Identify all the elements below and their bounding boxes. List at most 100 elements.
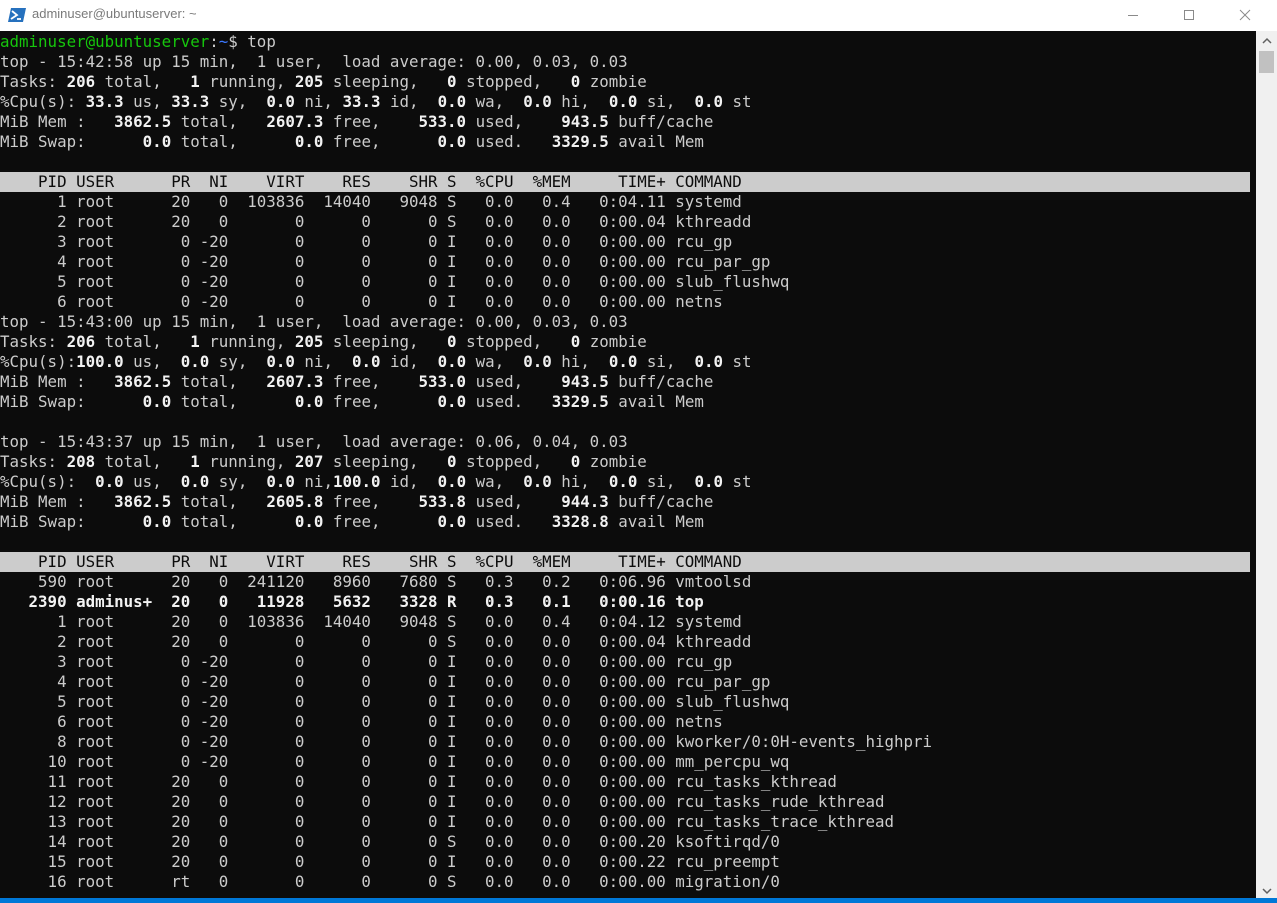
terminal-line: top - 15:42:58 up 15 min, 1 user, load a… [0,52,1250,72]
terminal-text-segment: 1 root 20 0 103836 14040 9048 S 0.0 0.4 … [0,612,742,631]
terminal-line: Tasks: 206 total, 1 running, 205 sleepin… [0,332,1250,352]
terminal-text-segment: 0.0 [266,92,295,111]
maximize-button[interactable] [1166,0,1212,31]
terminal-text-segment: ni, [294,352,352,371]
terminal-text-segment: %Cpu(s): [0,92,86,111]
terminal-text-segment: stopped, [456,452,571,471]
terminal-text-segment: buff/cache [608,372,714,391]
terminal-text-segment: 0.0 [180,352,210,371]
terminal-text-segment: 533.0 [418,372,467,391]
title-bar[interactable]: adminuser@ubuntuserver: ~ [0,0,1277,31]
terminal-line: Tasks: 206 total, 1 running, 205 sleepin… [0,72,1250,92]
terminal-text-segment: used, [466,372,562,391]
terminal-text-segment: 1 root 20 0 103836 14040 9048 S 0.0 0.4 … [0,192,742,211]
terminal-text-segment: running, [199,452,295,471]
terminal-text-segment: total, [171,512,295,531]
terminal-text-segment: 205 [294,72,324,91]
terminal-text-segment: 590 root 20 0 241120 8960 7680 S 0.3 0.2… [0,572,752,591]
terminal-line: 3 root 0 -20 0 0 0 I 0.0 0.0 0:00.00 rcu… [0,652,1250,672]
terminal-text-segment: id, [380,352,438,371]
terminal-text-segment: sleeping, [323,332,448,351]
terminal-text-segment: st [723,352,752,371]
terminal-text-segment: 0.0 [694,352,724,371]
terminal-line: 8 root 0 -20 0 0 0 I 0.0 0.0 0:00.00 kwo… [0,732,1250,752]
terminal-text-segment: 943.5 [561,112,609,131]
scroll-up-button[interactable] [1256,31,1277,48]
terminal-line: 6 root 0 -20 0 0 0 I 0.0 0.0 0:00.00 net… [0,292,1250,312]
window-title: adminuser@ubuntuserver: ~ [32,6,197,21]
terminal-text-segment: id, [380,472,438,491]
scroll-thumb[interactable] [1259,51,1274,73]
terminal-text-segment: 0.0 [437,92,467,111]
terminal-text-segment: 0.0 [294,512,324,531]
terminal-text-segment: MiB Swap: [0,512,143,531]
terminal-text-segment: total, [95,332,191,351]
vertical-scrollbar[interactable] [1256,31,1277,898]
process-table-header: PID USER PR NI VIRT RES SHR S %CPU %MEM … [0,172,1250,192]
terminal-line: 1 root 20 0 103836 14040 9048 S 0.0 0.4 … [0,612,1250,632]
terminal-text-segment: 3862.5 [114,112,172,131]
terminal-line: 14 root 20 0 0 0 0 S 0.0 0.0 0:00.20 kso… [0,832,1250,852]
terminal-text-segment: 205 [294,332,324,351]
terminal-output[interactable]: adminuser@ubuntuserver:~$ top top - 15:42… [0,31,1256,898]
terminal-text-segment: top - 15:43:37 up 15 min, 1 user, load a… [0,432,628,451]
terminal-text-segment: free, [323,132,438,151]
terminal-text-segment: 2 root 20 0 0 0 0 S 0.0 0.0 0:00.04 kthr… [0,212,752,231]
terminal-text-segment: 0 [447,452,457,471]
terminal-text-segment: sleeping, [323,452,448,471]
terminal-text-segment: us, [123,352,181,371]
terminal-line: %Cpu(s): 33.3 us, 33.3 sy, 0.0 ni, 33.3 … [0,92,1250,112]
terminal-text-segment: 2607.3 [266,372,324,391]
terminal-text-segment: total, [171,372,267,391]
minimize-button[interactable] [1110,0,1156,31]
terminal-text-segment: wa, [466,92,524,111]
terminal-text-segment: 6 root 0 -20 0 0 0 I 0.0 0.0 0:00.00 net… [0,292,723,311]
terminal-text-segment: total, [171,112,267,131]
terminal-text-segment: 3862.5 [114,372,172,391]
terminal-text-segment: wa, [466,472,524,491]
terminal-text-segment: hi, [551,472,609,491]
terminal-line: 1 root 20 0 103836 14040 9048 S 0.0 0.4 … [0,192,1250,212]
terminal-text-segment: 0 [447,72,457,91]
prompt-separator: : [209,32,219,51]
terminal-line: 10 root 0 -20 0 0 0 I 0.0 0.0 0:00.00 mm… [0,752,1250,772]
terminal-text-segment: 206 [66,72,96,91]
terminal-text-segment: 0 [570,72,581,91]
terminal-text-segment: 8 root 0 -20 0 0 0 I 0.0 0.0 0:00.00 kwo… [0,732,933,751]
terminal-text-segment: sy, [209,352,267,371]
terminal-text-segment: sy, [209,472,267,491]
terminal-line: 15 root 20 0 0 0 0 I 0.0 0.0 0:00.22 rcu… [0,852,1250,872]
terminal-text-segment: 0.0 [437,512,467,531]
minimize-icon [1127,6,1139,25]
scroll-down-button[interactable] [1256,881,1277,898]
terminal-text-segment: MiB Swap: [0,392,143,411]
terminal-line: 6 root 0 -20 0 0 0 I 0.0 0.0 0:00.00 net… [0,712,1250,732]
terminal-text-segment: us, [123,472,181,491]
terminal-line: 2 root 20 0 0 0 0 S 0.0 0.0 0:00.04 kthr… [0,212,1250,232]
terminal-text-segment: running, [199,72,295,91]
terminal-line: %Cpu(s):100.0 us, 0.0 sy, 0.0 ni, 0.0 id… [0,352,1250,372]
terminal-text-segment: total, [171,132,295,151]
terminal-line: 12 root 20 0 0 0 0 I 0.0 0.0 0:00.00 rcu… [0,792,1250,812]
terminal-line: MiB Mem : 3862.5 total, 2607.3 free, 533… [0,372,1250,392]
close-button[interactable] [1222,0,1268,31]
powershell-icon [8,7,26,23]
terminal-text-segment: 533.0 [418,112,467,131]
terminal-text-segment: Tasks: [0,72,67,91]
terminal-text-segment: 0.0 [608,92,638,111]
terminal-text-segment: 100.0 [332,472,381,491]
terminal-text-segment: sleeping, [323,72,448,91]
terminal-text-segment: top - 15:43:00 up 15 min, 1 user, load a… [0,312,628,331]
terminal-text-segment: 5 root 0 -20 0 0 0 I 0.0 0.0 0:00.00 slu… [0,692,790,711]
terminal-line: 590 root 20 0 241120 8960 7680 S 0.3 0.2… [0,572,1250,592]
terminal-text-segment: 0.0 [142,512,172,531]
terminal-text-segment: 14 root 20 0 0 0 0 S 0.0 0.0 0:00.20 kso… [0,832,780,851]
terminal-text-segment: 207 [294,452,324,471]
terminal-line: 3 root 0 -20 0 0 0 I 0.0 0.0 0:00.00 rcu… [0,232,1250,252]
terminal-text-segment: ni, [294,92,343,111]
terminal-line: 2 root 20 0 0 0 0 S 0.0 0.0 0:00.04 kthr… [0,632,1250,652]
terminal-text-segment: id, [380,92,438,111]
terminal-text-segment: 206 [66,332,96,351]
